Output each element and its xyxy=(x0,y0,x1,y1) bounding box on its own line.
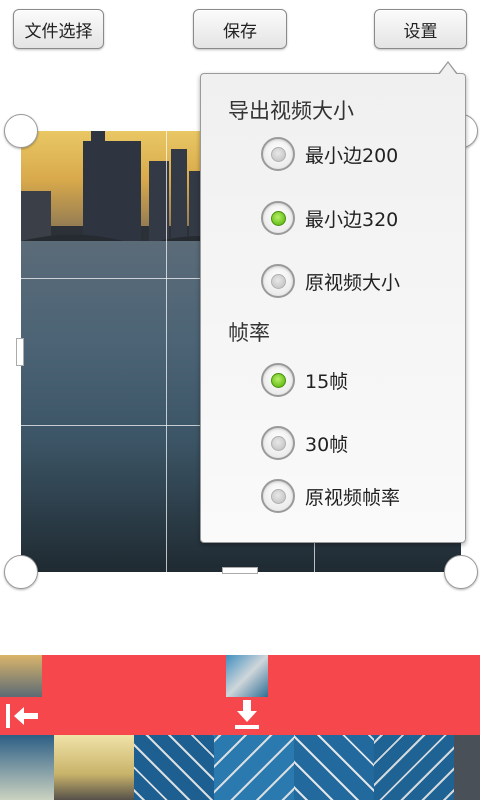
thumbnail-frame xyxy=(214,735,294,800)
radio-button[interactable] xyxy=(261,264,295,298)
radio-dot xyxy=(270,435,286,451)
option-label: 30帧 xyxy=(305,433,349,456)
radio-dot xyxy=(270,146,286,162)
radio-dot xyxy=(270,273,286,289)
radio-button[interactable] xyxy=(261,426,295,460)
file-select-button[interactable]: 文件选择 xyxy=(13,9,104,49)
popup-pointer-fill xyxy=(439,63,457,75)
crop-edge-handle-left[interactable] xyxy=(16,338,24,366)
radio-button[interactable] xyxy=(261,137,295,171)
arrow-down-icon[interactable] xyxy=(232,697,262,733)
timeline-selection-band[interactable] xyxy=(0,655,480,697)
thumbnail-frame xyxy=(374,735,454,800)
export-size-title: 导出视频大小 xyxy=(228,99,354,123)
thumbnail-frame xyxy=(54,735,134,800)
thumbnail-frame xyxy=(0,735,54,800)
timeline-thumbnail-strip[interactable] xyxy=(0,735,480,800)
option-original-framerate[interactable]: 原视频帧率 xyxy=(261,478,400,514)
timeline-thumbnail-current xyxy=(226,655,268,697)
option-30fps[interactable]: 30帧 xyxy=(261,425,348,461)
radio-button[interactable] xyxy=(261,363,295,397)
settings-button[interactable]: 设置 xyxy=(374,9,467,49)
radio-button[interactable] xyxy=(261,479,295,513)
option-original-size[interactable]: 原视频大小 xyxy=(261,263,400,299)
crop-handle-bottom-right[interactable] xyxy=(444,555,478,589)
option-label: 15帧 xyxy=(305,370,349,393)
crop-edge-handle-bottom[interactable] xyxy=(222,567,258,574)
thumbnail-frame xyxy=(294,735,374,800)
settings-popup: 导出视频大小 最小边200 最小边320 原视频大小 帧率 15帧 30帧 原视… xyxy=(200,73,466,543)
thumbnail-frame xyxy=(134,735,214,800)
radio-dot-selected xyxy=(270,372,286,388)
crop-handle-top-left[interactable] xyxy=(4,114,38,148)
option-15fps[interactable]: 15帧 xyxy=(261,362,348,398)
timeline-control-bar xyxy=(0,697,480,735)
option-label: 最小边200 xyxy=(305,144,399,167)
option-label: 原视频帧率 xyxy=(305,486,401,509)
save-button[interactable]: 保存 xyxy=(193,9,287,49)
framerate-title: 帧率 xyxy=(228,321,270,345)
radio-dot xyxy=(270,488,286,504)
timeline-thumbnail-start xyxy=(0,655,42,697)
option-label: 最小边320 xyxy=(305,208,399,231)
arrow-left-to-bar-icon[interactable] xyxy=(2,698,42,734)
option-min-side-200[interactable]: 最小边200 xyxy=(261,136,398,172)
radio-button[interactable] xyxy=(261,201,295,235)
crop-handle-bottom-left[interactable] xyxy=(4,555,38,589)
option-label: 原视频大小 xyxy=(305,271,401,294)
radio-dot-selected xyxy=(270,210,286,226)
option-min-side-320[interactable]: 最小边320 xyxy=(261,200,398,236)
thumbnail-frame xyxy=(454,735,480,800)
crop-grid-line xyxy=(166,131,167,572)
